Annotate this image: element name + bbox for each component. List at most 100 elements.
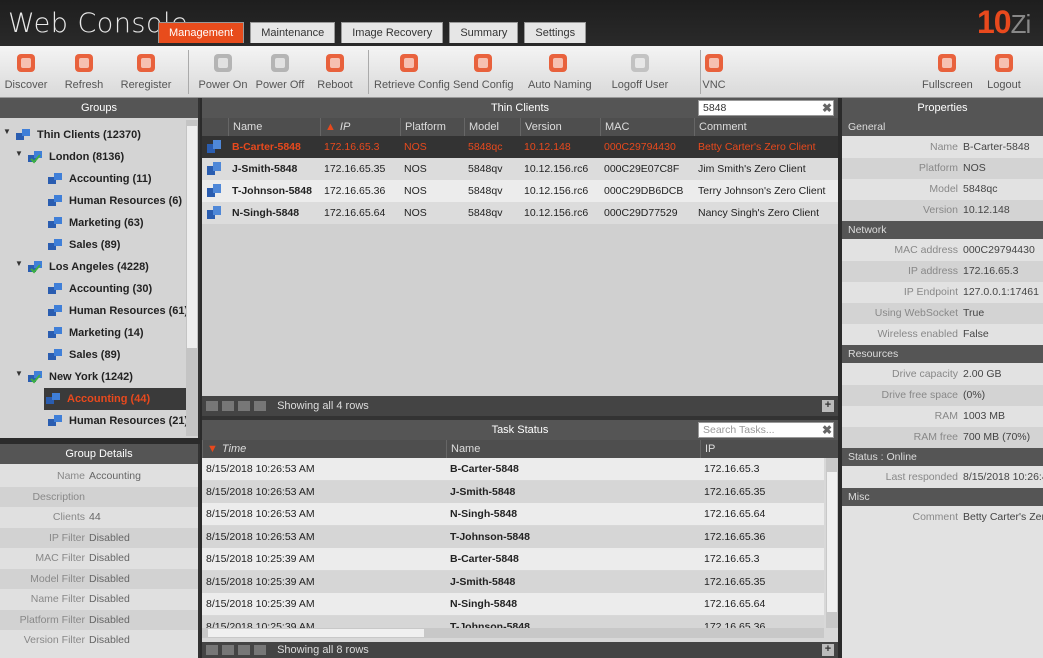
group-node-accounting-44[interactable]: Accounting (44) xyxy=(44,388,186,410)
task-column-header-ip[interactable]: IP xyxy=(700,440,838,458)
column-header-comment[interactable]: Comment xyxy=(694,118,838,136)
add-icon[interactable]: + xyxy=(822,400,834,412)
expand-triangle-icon[interactable]: ▼ xyxy=(15,259,23,268)
task-column-header-time[interactable]: ▼ Time xyxy=(202,440,446,458)
task-row[interactable]: 8/15/2018 10:26:53 AM T-Johnson-5848 172.1… xyxy=(202,525,824,548)
task-row[interactable]: 8/15/2018 10:26:53 AM J-Smith-5848 172.16.… xyxy=(202,480,824,503)
property-value: False xyxy=(963,328,989,340)
table-row[interactable]: J-Smith-5848 172.16.65.35 NOS 5848qv 10.12.1… xyxy=(202,158,838,180)
power-on-button[interactable]: Power On xyxy=(198,46,248,98)
table-row[interactable]: B-Carter-5848 172.16.65.3 NOS 5848qc 10.12.1… xyxy=(202,136,838,158)
task-row[interactable]: 8/15/2018 10:25:39 AM N-Singh-5848 172.16.… xyxy=(202,593,824,615)
property-value: 5848qc xyxy=(963,183,998,195)
group-node-london-8136[interactable]: London (8136) xyxy=(26,146,124,168)
next-page-icon[interactable] xyxy=(238,401,250,412)
reboot-icon xyxy=(321,51,349,77)
location-group-icon xyxy=(26,370,44,384)
send-config-button[interactable]: Send Config xyxy=(453,46,514,98)
property-row: Version 10.12.148 xyxy=(842,200,1043,221)
expand-triangle-icon[interactable]: ▼ xyxy=(15,149,23,158)
first-page-icon[interactable] xyxy=(206,401,218,412)
tab-management[interactable]: Management xyxy=(158,22,245,43)
column-header-version[interactable]: Version xyxy=(520,118,600,136)
cell-ip: 172.16.65.35 xyxy=(324,163,386,175)
discover-button[interactable]: Discover xyxy=(4,46,48,98)
task-last-page-icon[interactable] xyxy=(254,645,266,656)
column-header-model[interactable]: Model xyxy=(464,118,520,136)
toolbar-label-reboot: Reboot xyxy=(317,79,353,91)
group-detail-value: Disabled xyxy=(89,531,130,544)
task-cell-name: B-Carter-5848 xyxy=(450,463,519,475)
group-node-los-angeles-4228[interactable]: Los Angeles (4228) xyxy=(26,256,149,278)
tab-image-recovery[interactable]: Image Recovery xyxy=(341,22,444,43)
thin-clients-search-input[interactable]: 5848 xyxy=(698,100,834,116)
group-node-new-york-1242[interactable]: New York (1242) xyxy=(26,366,133,388)
groups-scroll-thumb[interactable] xyxy=(187,126,197,348)
cell-name: J-Smith-5848 xyxy=(232,163,298,175)
column-header-platform[interactable]: Platform xyxy=(400,118,464,136)
tab-summary[interactable]: Summary xyxy=(449,22,519,43)
task-hscroll-thumb[interactable] xyxy=(208,629,424,637)
property-value: (0%) xyxy=(963,389,986,401)
task-hscrollbar[interactable] xyxy=(202,628,824,638)
group-node-thin-clients-12370[interactable]: Thin Clients (12370) xyxy=(14,124,141,146)
reregister-button[interactable]: Reregister xyxy=(118,46,174,98)
group-node-accounting-11[interactable]: Accounting (11) xyxy=(46,168,152,190)
logoff-user-button[interactable]: Logoff User xyxy=(610,46,670,98)
task-prev-page-icon[interactable] xyxy=(222,645,234,656)
task-cell-time: 8/15/2018 10:26:53 AM xyxy=(206,508,315,520)
task-scrollbar[interactable] xyxy=(826,458,838,628)
table-row[interactable]: T-Johnson-5848 172.16.65.36 NOS 5848qv 10.12… xyxy=(202,180,838,202)
group-node-sales-89[interactable]: Sales (89) xyxy=(46,344,120,366)
group-detail-row: Clients 44 xyxy=(0,507,198,527)
task-scroll-thumb[interactable] xyxy=(827,472,837,612)
logo-sub: Zi xyxy=(1010,9,1032,39)
auto-naming-button[interactable]: Auto Naming xyxy=(528,46,592,98)
column-header-name[interactable]: Name xyxy=(228,118,320,136)
power-off-button[interactable]: Power Off xyxy=(252,46,308,98)
group-detail-row: MAC Filter Disabled xyxy=(0,548,198,568)
task-cell-time: 8/15/2018 10:25:39 AM xyxy=(206,575,315,588)
tab-maintenance[interactable]: Maintenance xyxy=(250,22,336,43)
task-next-page-icon[interactable] xyxy=(238,645,250,656)
expand-triangle-icon[interactable]: ▼ xyxy=(3,127,11,136)
fullscreen-button[interactable]: Fullscreen xyxy=(922,46,973,98)
task-first-page-icon[interactable] xyxy=(206,645,218,656)
task-column-header-name[interactable]: Name xyxy=(446,440,700,458)
property-value: 2.00 GB xyxy=(963,368,1002,380)
group-node-human-resources-21[interactable]: Human Resources (21) xyxy=(46,410,188,432)
user-icon xyxy=(626,51,654,77)
column-header-ip[interactable]: ▲ IP xyxy=(320,118,400,136)
cell-comment: Nancy Singh's Zero Client xyxy=(698,207,820,219)
expand-triangle-icon[interactable]: ▼ xyxy=(15,369,23,378)
group-node-accounting-30[interactable]: Accounting (30) xyxy=(46,278,152,300)
properties-section-network: Network xyxy=(842,221,1043,239)
group-node-sales-89[interactable]: Sales (89) xyxy=(46,234,120,256)
groups-scrollbar[interactable] xyxy=(186,120,198,436)
group-node-marketing-14[interactable]: Marketing (14) xyxy=(46,322,144,344)
task-row[interactable]: 8/15/2018 10:25:39 AM J-Smith-5848 172.16.… xyxy=(202,570,824,593)
refresh-button[interactable]: Refresh xyxy=(62,46,106,98)
reboot-button[interactable]: Reboot xyxy=(314,46,356,98)
logout-button[interactable]: Logout xyxy=(984,46,1024,98)
task-row[interactable]: 8/15/2018 10:25:39 AM B-Carter-5848 172.16… xyxy=(202,548,824,570)
group-node-human-resources-61[interactable]: Human Resources (61) xyxy=(46,300,188,322)
property-value: 1003 MB xyxy=(963,410,1006,422)
property-row: Name B-Carter-5848 xyxy=(842,137,1043,158)
clear-task-search-icon[interactable]: ✖ xyxy=(822,423,832,437)
group-node-human-resources-6[interactable]: Human Resources (6) xyxy=(46,190,182,212)
group-node-marketing-63[interactable]: Marketing (63) xyxy=(46,212,144,234)
group-node-label: New York (1242) xyxy=(49,371,133,383)
tab-settings[interactable]: Settings xyxy=(524,22,587,43)
clear-search-icon[interactable]: ✖ xyxy=(822,101,832,115)
prev-page-icon[interactable] xyxy=(222,401,234,412)
search-tasks-input[interactable]: Search Tasks... xyxy=(698,422,834,438)
task-row[interactable]: 8/15/2018 10:26:53 AM N-Singh-5848 172.16.… xyxy=(202,503,824,525)
last-page-icon[interactable] xyxy=(254,401,266,412)
table-row[interactable]: N-Singh-5848 172.16.65.64 NOS 5848qv 10.12.1… xyxy=(202,202,838,224)
retrieve-config-button[interactable]: Retrieve Config xyxy=(374,46,450,98)
column-header-mac[interactable]: MAC xyxy=(600,118,694,136)
property-key: Wireless enabled xyxy=(877,328,958,340)
task-row[interactable]: 8/15/2018 10:26:53 AM B-Carter-5848 172.16… xyxy=(202,458,824,480)
task-add-icon[interactable]: + xyxy=(822,644,834,656)
